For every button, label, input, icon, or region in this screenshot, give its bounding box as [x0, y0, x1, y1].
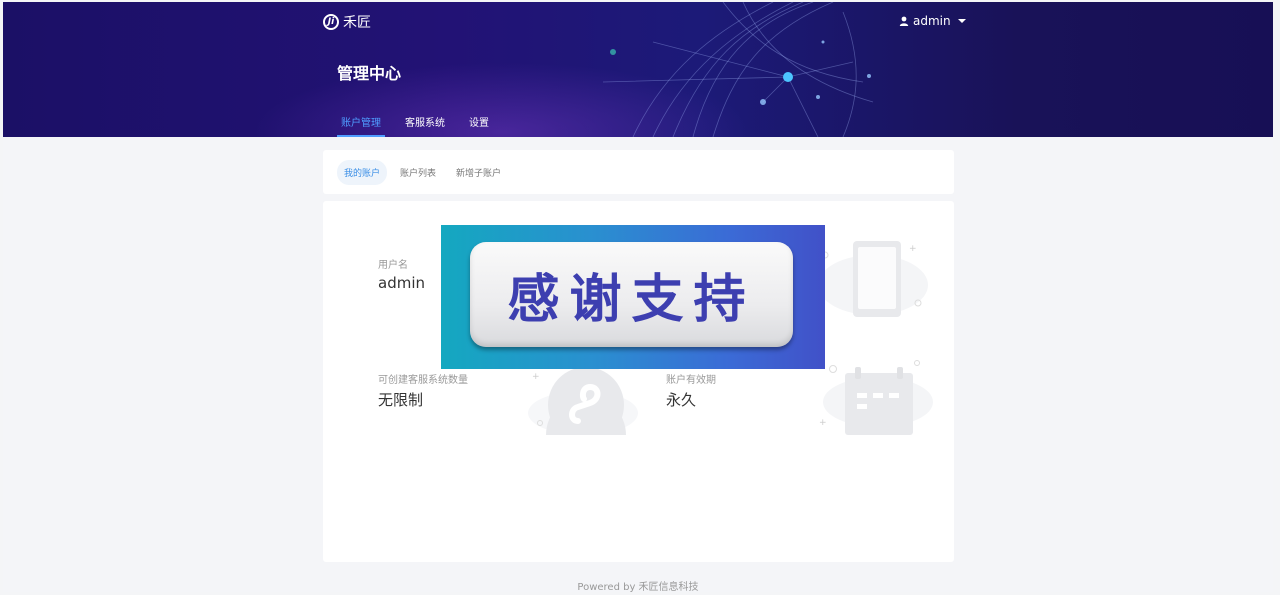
subtab-my-account[interactable]: 我的账户 — [337, 159, 388, 185]
caret-down-icon — [957, 19, 966, 23]
tablet-icon: + — [818, 241, 928, 317]
svg-text:+: + — [532, 372, 540, 382]
network-decoration — [602, 2, 874, 137]
nav-item-account[interactable]: 账户管理 — [329, 106, 393, 137]
logo-text: 禾匠 — [343, 15, 371, 31]
account-card: 用户名 admin + 可创建客服系统数量 无限制 + 账户有效期 永久 + 感… — [323, 201, 954, 562]
quota-field: 可创建客服系统数量 无限制 — [378, 371, 468, 410]
svg-text:+: + — [909, 244, 917, 254]
nav-item-settings[interactable]: 设置 — [457, 106, 501, 137]
subtab-add-subaccount[interactable]: 新增子账户 — [449, 160, 508, 185]
logo-mark-icon: Ji — [323, 14, 339, 30]
calendar-icon: + — [819, 360, 933, 435]
nav-item-service[interactable]: 客服系统 — [393, 106, 457, 137]
expiry-value: 永久 — [666, 391, 697, 409]
expiry-label: 账户有效期 — [666, 375, 716, 386]
logo[interactable]: Ji 禾匠 — [323, 12, 371, 32]
user-icon — [899, 16, 909, 26]
username-value: admin — [378, 274, 425, 292]
user-menu[interactable]: admin — [899, 14, 966, 28]
thank-you-text: 感谢支持 — [507, 270, 756, 330]
mini-program-icon: + — [528, 367, 638, 435]
main-nav: 账户管理 客服系统 设置 — [329, 106, 501, 137]
header-banner: Ji 禾匠 admin 管理中心 账户管理 客服系统 设置 — [3, 2, 1273, 137]
subtab-account-list[interactable]: 账户列表 — [393, 160, 443, 185]
username-label: 用户名 — [378, 260, 408, 271]
quota-value: 无限制 — [378, 391, 424, 409]
thank-you-plate: 感谢支持 — [470, 242, 793, 347]
page-title: 管理中心 — [337, 64, 402, 83]
expiry-field: 账户有效期 永久 — [666, 371, 716, 410]
quota-label: 可创建客服系统数量 — [378, 375, 468, 386]
thank-you-banner: 感谢支持 — [441, 225, 825, 369]
sub-tabs: 我的账户 账户列表 新增子账户 — [323, 150, 954, 194]
footer: Powered by 禾匠信息科技 — [577, 582, 699, 592]
app-frame: Ji 禾匠 admin 管理中心 账户管理 客服系统 设置 我的账户 账户列表 … — [3, 2, 1273, 592]
user-name: admin — [913, 14, 951, 28]
username-field: 用户名 admin — [378, 256, 425, 292]
svg-text:+: + — [819, 418, 827, 428]
